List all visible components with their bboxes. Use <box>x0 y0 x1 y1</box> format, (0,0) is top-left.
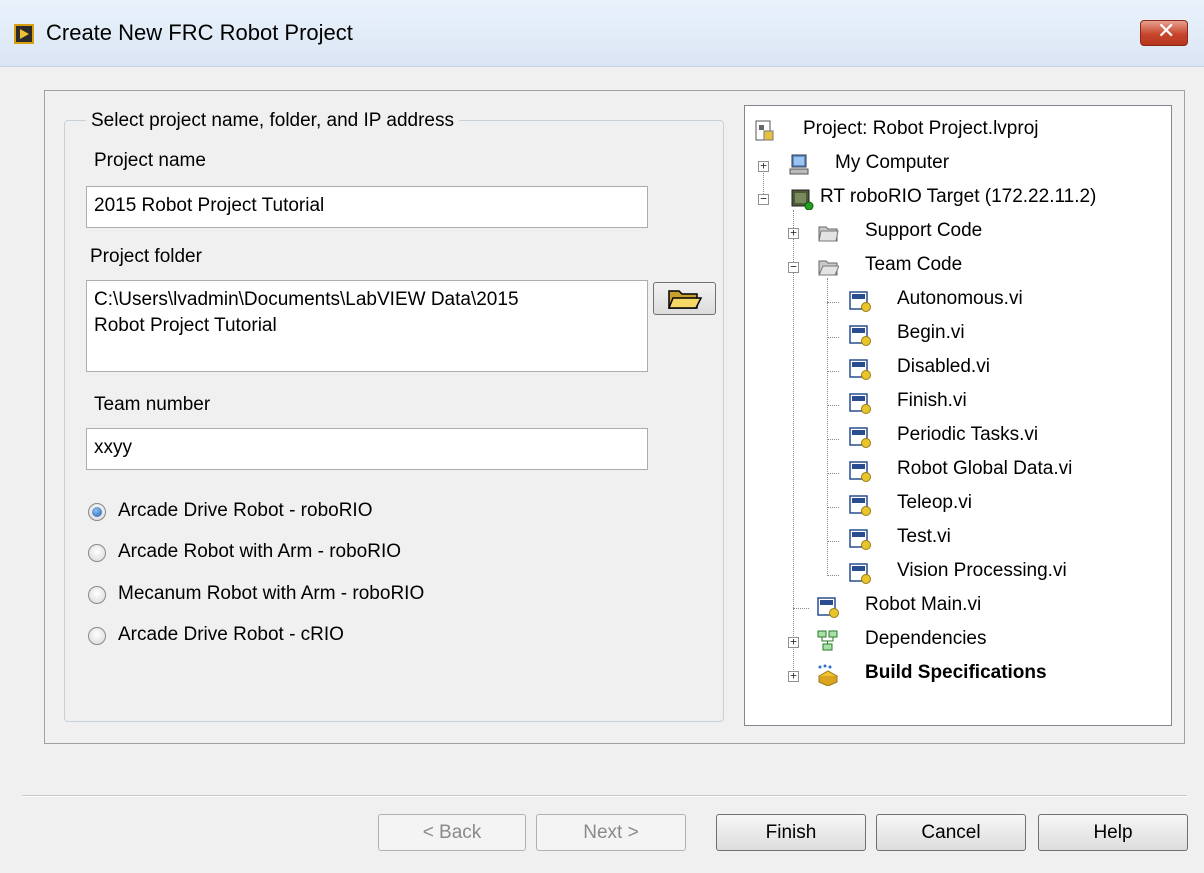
template-option-label: Arcade Drive Robot - roboRIO <box>118 500 373 521</box>
project-folder-label: Project folder <box>90 246 202 267</box>
radio-button[interactable] <box>88 544 106 562</box>
tree-item-label: Robot Global Data.vi <box>897 458 1073 479</box>
expand-icon[interactable]: + <box>788 227 799 239</box>
tree-item-label: Begin.vi <box>897 322 965 343</box>
tree-connector <box>827 575 839 576</box>
expand-icon[interactable]: + <box>758 160 769 172</box>
help-button[interactable]: Help <box>1038 814 1188 851</box>
team-number-input[interactable]: xxyy <box>86 428 648 470</box>
folder-open-icon <box>667 290 703 309</box>
tree-connector <box>827 439 839 440</box>
vi-file-icon <box>849 359 871 380</box>
dialog-window: Create New FRC Robot Project ✕ Select pr… <box>0 0 1204 873</box>
vi-file-icon <box>849 529 871 550</box>
project-folder-line-2: Robot Project Tutorial <box>94 315 277 336</box>
tree-item-label: Project: Robot Project.lvproj <box>803 118 1039 139</box>
browse-folder-button[interactable] <box>653 282 716 315</box>
close-button[interactable]: ✕ <box>1140 19 1188 46</box>
tree-item-label: Dependencies <box>865 628 987 649</box>
dependencies-icon <box>817 630 838 651</box>
radio-button[interactable] <box>88 627 106 645</box>
vi-file-icon <box>817 597 839 618</box>
collapse-icon[interactable]: − <box>758 193 769 205</box>
folder-open-icon <box>818 260 839 276</box>
template-option-label: Arcade Drive Robot - cRIO <box>118 624 344 645</box>
project-name-input[interactable]: 2015 Robot Project Tutorial <box>86 186 648 228</box>
radio-button-selected[interactable] <box>88 503 106 521</box>
title-bar: Create New FRC Robot Project ✕ <box>0 0 1204 67</box>
project-folder-input[interactable]: C:\Users\lvadmin\Documents\LabVIEW Data\… <box>86 280 648 372</box>
tree-item-label: Teleop.vi <box>897 492 972 513</box>
tree-connector <box>793 608 809 609</box>
window-title: Create New FRC Robot Project <box>46 20 353 45</box>
vi-file-icon <box>849 325 871 346</box>
cancel-button[interactable]: Cancel <box>876 814 1026 851</box>
expand-icon[interactable]: + <box>788 636 799 648</box>
tree-item-label: Vision Processing.vi <box>897 560 1067 581</box>
vi-file-icon <box>849 495 871 516</box>
tree-item-label: Test.vi <box>897 526 951 547</box>
group-title: Select project name, folder, and IP addr… <box>86 110 459 132</box>
expand-icon[interactable]: + <box>788 670 799 682</box>
tree-connector <box>827 278 828 574</box>
tree-connector <box>827 302 839 303</box>
labview-app-icon <box>14 24 34 44</box>
folder-icon <box>818 226 839 242</box>
computer-icon <box>789 154 809 175</box>
tree-item-label: Build Specifications <box>865 662 1047 683</box>
tree-connector <box>827 405 839 406</box>
template-option-label: Arcade Robot with Arm - roboRIO <box>118 541 401 562</box>
tree-connector <box>827 507 839 508</box>
next-button[interactable]: Next > <box>536 814 686 851</box>
tree-connector <box>827 473 839 474</box>
tree-connector <box>827 337 839 338</box>
vi-file-icon <box>849 427 871 448</box>
close-icon: ✕ <box>1157 19 1176 44</box>
build-specifications-icon <box>817 664 839 686</box>
tree-item-label: Disabled.vi <box>897 356 990 377</box>
tree-item-label: Team Code <box>865 254 963 275</box>
tree-item-label: Periodic Tasks.vi <box>897 424 1039 445</box>
tree-item-label: RT roboRIO Target (172.22.11.2) <box>820 186 1097 207</box>
finish-button[interactable]: Finish <box>716 814 866 851</box>
tree-item-label: Robot Main.vi <box>865 594 982 615</box>
project-tree[interactable]: Project: Robot Project.lvproj + My Compu… <box>744 105 1172 726</box>
tree-connector <box>827 541 839 542</box>
vi-file-icon <box>849 291 871 312</box>
tree-item-label: Support Code <box>865 220 983 241</box>
radio-button[interactable] <box>88 586 106 604</box>
tree-item-label: My Computer <box>835 152 950 173</box>
roborio-target-icon <box>791 189 814 210</box>
team-number-label: Team number <box>94 394 211 415</box>
vi-file-icon <box>849 563 871 584</box>
project-file-icon <box>755 120 774 141</box>
tree-item-label: Finish.vi <box>897 390 967 411</box>
collapse-icon[interactable]: − <box>788 261 799 273</box>
vi-file-icon <box>849 461 871 482</box>
footer-separator <box>22 795 1187 797</box>
project-name-label: Project name <box>94 150 206 171</box>
project-folder-line-1: C:\Users\lvadmin\Documents\LabVIEW Data\… <box>94 289 519 310</box>
back-button[interactable]: < Back <box>378 814 526 851</box>
template-option-label: Mecanum Robot with Arm - roboRIO <box>118 583 425 604</box>
tree-connector <box>827 371 839 372</box>
tree-item-label: Autonomous.vi <box>897 288 1023 309</box>
vi-file-icon <box>849 393 871 414</box>
